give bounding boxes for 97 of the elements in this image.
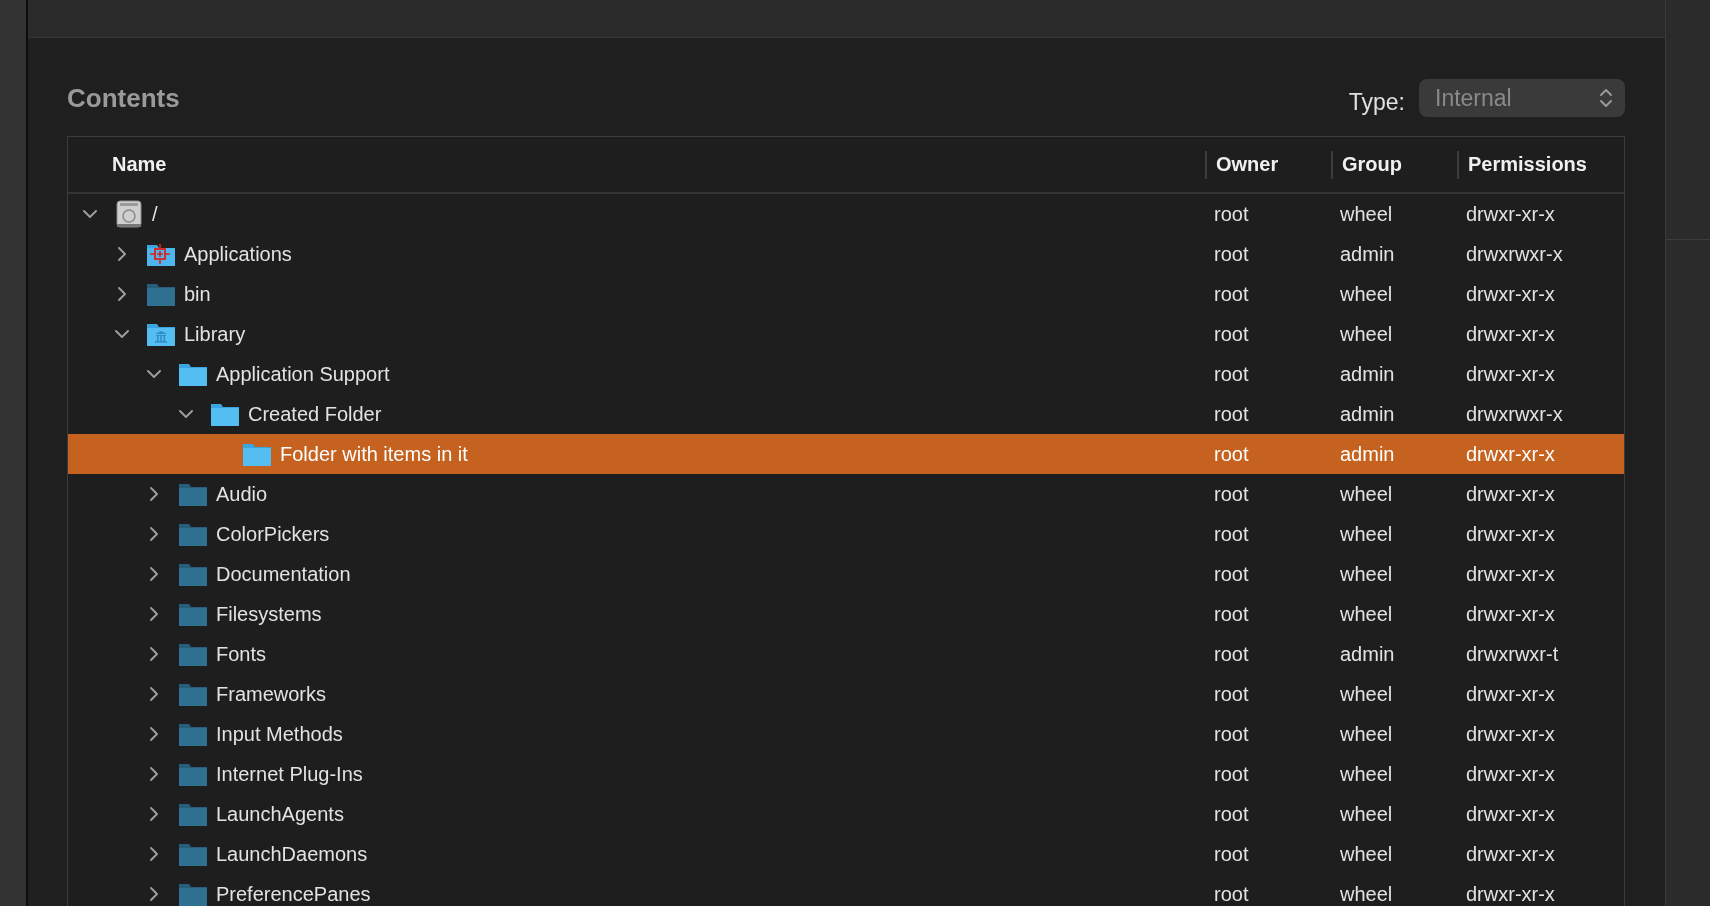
group-cell: wheel bbox=[1340, 802, 1393, 826]
column-header[interactable]: Owner bbox=[1205, 150, 1331, 179]
section-title: Contents bbox=[67, 82, 180, 114]
permissions-cell: drwxrwxr-x bbox=[1466, 402, 1563, 426]
permissions-cell: drwxr-xr-x bbox=[1466, 682, 1555, 706]
owner-cell: root bbox=[1214, 642, 1249, 666]
file-name: Created Folder bbox=[248, 402, 382, 426]
owner-cell: root bbox=[1214, 322, 1249, 346]
table-row[interactable]: Applications root admin drwxrwxr-x bbox=[68, 234, 1624, 274]
type-label: Type: bbox=[1348, 88, 1405, 116]
owner-cell: root bbox=[1214, 762, 1249, 786]
owner-cell: root bbox=[1214, 522, 1249, 546]
group-cell: wheel bbox=[1340, 522, 1393, 546]
file-name: Audio bbox=[216, 482, 268, 506]
file-name: Frameworks bbox=[216, 682, 326, 706]
owner-cell: root bbox=[1214, 802, 1249, 826]
owner-cell: root bbox=[1214, 882, 1249, 906]
group-cell: wheel bbox=[1340, 882, 1393, 906]
owner-cell: root bbox=[1214, 722, 1249, 746]
permissions-cell: drwxrwxr-x bbox=[1466, 242, 1563, 266]
up-down-chevron-icon bbox=[1599, 87, 1613, 109]
owner-cell: root bbox=[1214, 482, 1249, 506]
column-header[interactable]: Name bbox=[68, 150, 1205, 179]
owner-cell: root bbox=[1214, 402, 1249, 426]
group-cell: wheel bbox=[1340, 202, 1393, 226]
group-cell: admin bbox=[1340, 642, 1395, 666]
file-name: ColorPickers bbox=[216, 522, 330, 546]
file-name: / bbox=[152, 202, 158, 226]
file-name: Input Methods bbox=[216, 722, 343, 746]
permissions-cell: drwxr-xr-x bbox=[1466, 282, 1555, 306]
group-cell: wheel bbox=[1340, 722, 1393, 746]
table-row[interactable]: Created Folder root admin drwxrwxr-x bbox=[68, 394, 1624, 434]
group-cell: wheel bbox=[1340, 482, 1393, 506]
group-cell: admin bbox=[1340, 402, 1395, 426]
file-name: Internet Plug-Ins bbox=[216, 762, 363, 786]
permissions-cell: drwxr-xr-x bbox=[1466, 362, 1555, 386]
group-cell: wheel bbox=[1340, 682, 1393, 706]
permissions-cell: drwxr-xr-x bbox=[1466, 562, 1555, 586]
table-row[interactable]: / root wheel drwxr-xr-x bbox=[68, 194, 1624, 234]
group-cell: wheel bbox=[1340, 282, 1393, 306]
owner-cell: root bbox=[1214, 362, 1249, 386]
file-name: Applications bbox=[184, 242, 292, 266]
permissions-cell: drwxr-xr-x bbox=[1466, 762, 1555, 786]
table-row[interactable]: Library root wheel drwxr-xr-x bbox=[68, 314, 1624, 354]
group-cell: admin bbox=[1340, 362, 1395, 386]
group-cell: wheel bbox=[1340, 562, 1393, 586]
permissions-cell: drwxr-xr-x bbox=[1466, 882, 1555, 906]
group-cell: admin bbox=[1340, 442, 1395, 466]
group-cell: wheel bbox=[1340, 322, 1393, 346]
permissions-cell: drwxr-xr-x bbox=[1466, 202, 1555, 226]
permissions-cell: drwxr-xr-x bbox=[1466, 842, 1555, 866]
owner-cell: root bbox=[1214, 842, 1249, 866]
group-cell: admin bbox=[1340, 242, 1395, 266]
file-name: Folder with items in it bbox=[280, 442, 468, 466]
owner-cell: root bbox=[1214, 202, 1249, 226]
table-row[interactable]: Frameworks root wheel drwxr-xr-x bbox=[68, 674, 1624, 714]
owner-cell: root bbox=[1214, 282, 1249, 306]
owner-cell: root bbox=[1214, 562, 1249, 586]
owner-cell: root bbox=[1214, 602, 1249, 626]
group-cell: wheel bbox=[1340, 762, 1393, 786]
table-row[interactable]: LaunchAgents root wheel drwxr-xr-x bbox=[68, 794, 1624, 834]
file-name: Documentation bbox=[216, 562, 351, 586]
table-row[interactable]: Input Methods root wheel drwxr-xr-x bbox=[68, 714, 1624, 754]
file-name: LaunchDaemons bbox=[216, 842, 368, 866]
table-row[interactable]: Fonts root admin drwxrwxr-t bbox=[68, 634, 1624, 674]
group-cell: wheel bbox=[1340, 602, 1393, 626]
permissions-cell: drwxr-xr-x bbox=[1466, 602, 1555, 626]
table-row[interactable]: ColorPickers root wheel drwxr-xr-x bbox=[68, 514, 1624, 554]
file-name: bin bbox=[184, 282, 211, 306]
table-row[interactable]: LaunchDaemons root wheel drwxr-xr-x bbox=[68, 834, 1624, 874]
permissions-cell: drwxr-xr-x bbox=[1466, 802, 1555, 826]
permissions-cell: drwxr-xr-x bbox=[1466, 722, 1555, 746]
table-row[interactable]: Application Support root admin drwxr-xr-x bbox=[68, 354, 1624, 394]
table-row[interactable]: Folder with items in it root admin drwxr-xr-x bbox=[68, 434, 1624, 474]
permissions-cell: drwxr-xr-x bbox=[1466, 482, 1555, 506]
owner-cell: root bbox=[1214, 242, 1249, 266]
column-header[interactable]: Permissions bbox=[1457, 150, 1624, 179]
permissions-cell: drwxrwxr-t bbox=[1466, 642, 1559, 666]
file-name: Application Support bbox=[216, 362, 390, 386]
file-name: PreferencePanes bbox=[216, 882, 371, 906]
column-header[interactable]: Group bbox=[1331, 150, 1457, 179]
file-name: Filesystems bbox=[216, 602, 322, 626]
table-row[interactable]: Filesystems root wheel drwxr-xr-x bbox=[68, 594, 1624, 634]
permissions-cell: drwxr-xr-x bbox=[1466, 322, 1555, 346]
permissions-cell: drwxr-xr-x bbox=[1466, 522, 1555, 546]
table-row[interactable]: PreferencePanes root wheel drwxr-xr-x bbox=[68, 874, 1624, 906]
file-name: Library bbox=[184, 322, 246, 346]
group-cell: wheel bbox=[1340, 842, 1393, 866]
table-row[interactable]: Internet Plug-Ins root wheel drwxr-xr-x bbox=[68, 754, 1624, 794]
permissions-cell: drwxr-xr-x bbox=[1466, 442, 1555, 466]
file-name: Fonts bbox=[216, 642, 267, 666]
file-name: LaunchAgents bbox=[216, 802, 344, 826]
table-row[interactable]: bin root wheel drwxr-xr-x bbox=[68, 274, 1624, 314]
owner-cell: root bbox=[1214, 682, 1249, 706]
table-row[interactable]: Audio root wheel drwxr-xr-x bbox=[68, 474, 1624, 514]
owner-cell: root bbox=[1214, 442, 1249, 466]
table-row[interactable]: Documentation root wheel drwxr-xr-x bbox=[68, 554, 1624, 594]
